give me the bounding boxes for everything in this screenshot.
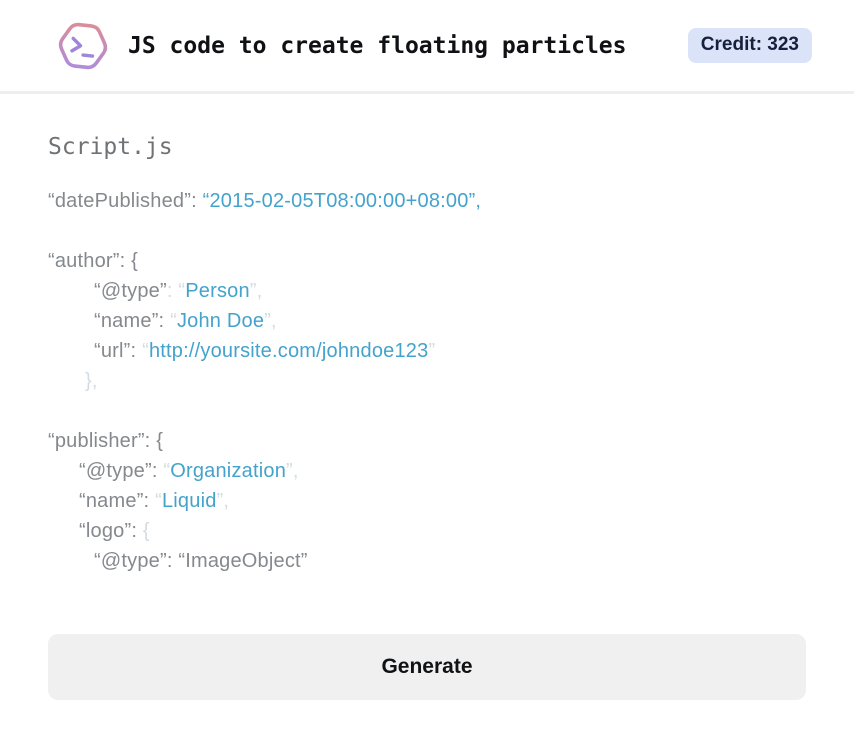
code-segment: “ [155, 490, 162, 512]
code-segment: http://yoursite.com/johndoe123 [148, 340, 429, 362]
code-segment: ”, [216, 490, 230, 512]
page-title: JS code to create floating particles [128, 32, 627, 59]
code-segment: “name”: [94, 310, 171, 332]
code-line: “name”: “Liquid”, [48, 486, 806, 516]
code-segment: “@type” [94, 280, 167, 302]
code-line: “@type”: “Person”, [48, 276, 806, 306]
code-segment: “@type”: [79, 460, 164, 482]
code-line: “datePublished”: “2015-02-05T08:00:00+08… [48, 186, 806, 216]
code-segment: ”, [264, 310, 277, 332]
code-line: “name”: “John Doe”, [48, 306, 806, 336]
generate-button[interactable]: Generate [48, 634, 806, 700]
credit-badge: Credit: 323 [687, 28, 812, 63]
code-segment: “name”: [79, 490, 156, 512]
code-line: }, [48, 366, 806, 396]
code-line: “@type”: “ImageObject” [48, 546, 806, 576]
code-segment: : [166, 280, 179, 302]
code-segment: { [142, 520, 150, 542]
code-segment: Organization [170, 460, 287, 482]
code-segment: “author”: { [48, 250, 139, 272]
code-segment: Liquid [161, 490, 217, 512]
code-segment: ” [428, 340, 436, 362]
terminal-hexagon-icon [55, 18, 111, 74]
code-segment: “ [142, 340, 149, 362]
code-segment: “publisher”: { [48, 430, 164, 452]
code-segment: “logo”: [79, 520, 143, 542]
header: JS code to create floating particles Cre… [0, 0, 854, 94]
code-line: “url”: “http://yoursite.com/johndoe123” [48, 336, 806, 366]
code-segment: “2015-02-05T08:00:00+08:00”, [202, 190, 482, 212]
code-segment: “datePublished”: [48, 190, 203, 212]
code-segment: Person [185, 280, 250, 302]
code-segment: “url”: [94, 340, 143, 362]
code-line: “logo”: { [48, 516, 806, 546]
code-line: “author”: { [48, 246, 806, 276]
code-segment: }, [85, 370, 98, 392]
code-segment: ”, [286, 460, 299, 482]
code-segment: “ [170, 310, 177, 332]
code-line: “@type”: “Organization”, [48, 456, 806, 486]
app-window: JS code to create floating particles Cre… [0, 0, 854, 748]
code-line: “publisher”: { [48, 426, 806, 456]
code-segment: “@type”: “ImageObject” [94, 550, 308, 572]
script-filename: Script.js [48, 134, 173, 160]
code-block: “datePublished”: “2015-02-05T08:00:00+08… [48, 186, 806, 576]
code-segment: ”, [249, 280, 263, 302]
content-area: Script.js “datePublished”: “2015-02-05T0… [0, 94, 854, 700]
code-segment: John Doe [176, 310, 265, 332]
